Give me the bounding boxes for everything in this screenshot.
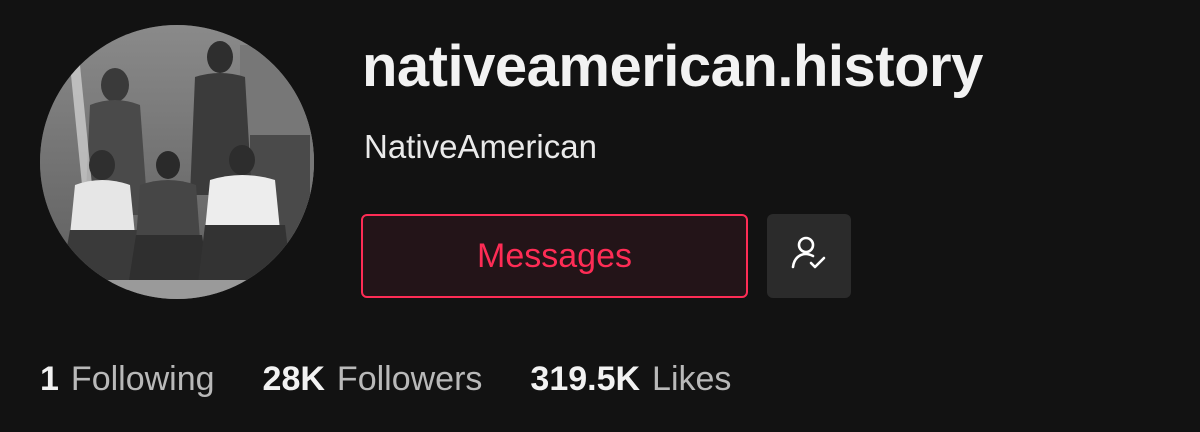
messages-button[interactable]: Messages [361,214,748,298]
stat-followers[interactable]: 28K Followers [263,362,483,396]
profile-avatar[interactable] [40,25,314,299]
stat-following-label: Following [70,360,215,398]
stat-followers-count: 28K [262,360,325,398]
avatar-photo [40,25,314,299]
profile-nickname: NativeAmerican [364,128,597,165]
stat-likes: 319.5K Likes [530,362,731,396]
user-check-icon [789,234,829,279]
stat-followers-label: Followers [336,360,483,398]
messages-button-label: Messages [477,236,632,275]
stat-likes-count: 319.5K [530,360,641,398]
stat-likes-label: Likes [652,360,732,398]
profile-username: nativeamerican.history [362,34,983,99]
stat-following[interactable]: 1 Following [40,362,215,396]
profile-stats: 1 Following 28K Followers 319.5K Likes [40,362,779,396]
stat-following-count: 1 [40,360,59,398]
following-status-button[interactable] [767,214,851,298]
